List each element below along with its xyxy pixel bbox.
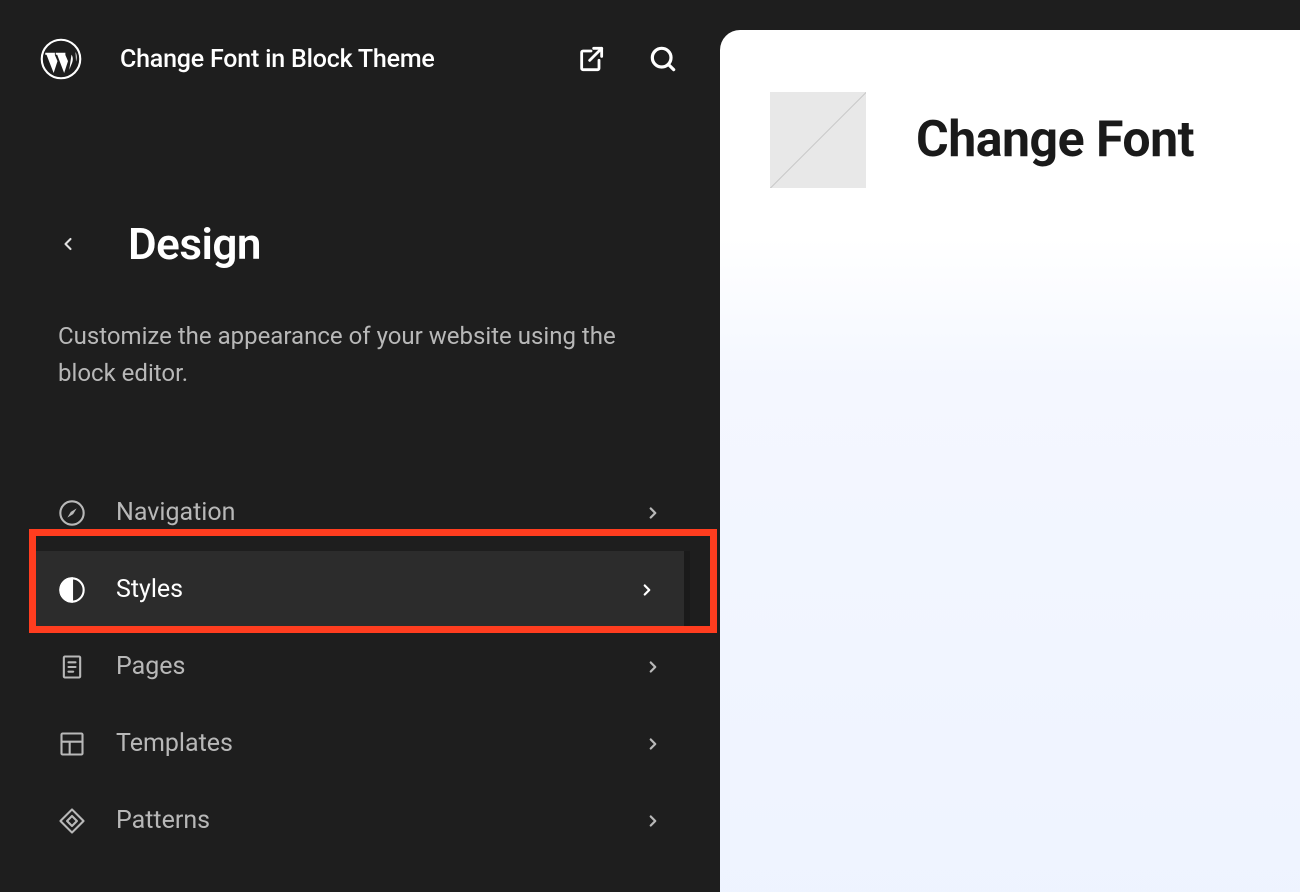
layout-icon (58, 730, 86, 758)
header-actions (574, 42, 680, 76)
view-site-icon[interactable] (574, 42, 608, 76)
sidebar-item-navigation[interactable]: Navigation (30, 474, 690, 551)
back-button[interactable] (56, 232, 80, 256)
sidebar-item-label: Styles (116, 575, 638, 604)
sidebar-item-label: Templates (116, 729, 644, 758)
section-description: Customize the appearance of your website… (0, 318, 720, 392)
chevron-right-icon (644, 658, 662, 676)
preview-body (720, 238, 1300, 892)
section-title: Design (128, 218, 261, 270)
sidebar-item-label: Patterns (116, 806, 644, 835)
section-heading: Design (0, 218, 720, 270)
site-logo-placeholder[interactable] (770, 92, 866, 188)
design-nav-list: Navigation Styles (0, 474, 720, 859)
sidebar-header: Change Font in Block Theme (0, 0, 720, 80)
sidebar-item-pages[interactable]: Pages (30, 628, 690, 705)
diamond-icon (58, 807, 86, 835)
preview-site-title: Change Font (916, 111, 1194, 169)
sidebar-item-label: Navigation (116, 498, 644, 527)
search-icon[interactable] (646, 42, 680, 76)
chevron-right-icon (638, 581, 656, 599)
chevron-right-icon (644, 504, 662, 522)
sidebar-item-templates[interactable]: Templates (30, 705, 690, 782)
page-icon (58, 653, 86, 681)
preview-header: Change Font (770, 92, 1300, 188)
chevron-right-icon (644, 812, 662, 830)
site-preview[interactable]: Change Font (720, 30, 1300, 892)
preview-content-area (808, 238, 1300, 892)
contrast-icon (58, 576, 86, 604)
wordpress-logo-icon[interactable] (40, 38, 82, 80)
sidebar-item-styles[interactable]: Styles (30, 551, 690, 628)
site-editor-sidebar: Change Font in Block Theme (0, 0, 720, 892)
chevron-right-icon (644, 735, 662, 753)
compass-icon (58, 499, 86, 527)
sidebar-item-label: Pages (116, 652, 644, 681)
site-title[interactable]: Change Font in Block Theme (120, 45, 536, 74)
sidebar-item-patterns[interactable]: Patterns (30, 782, 690, 859)
